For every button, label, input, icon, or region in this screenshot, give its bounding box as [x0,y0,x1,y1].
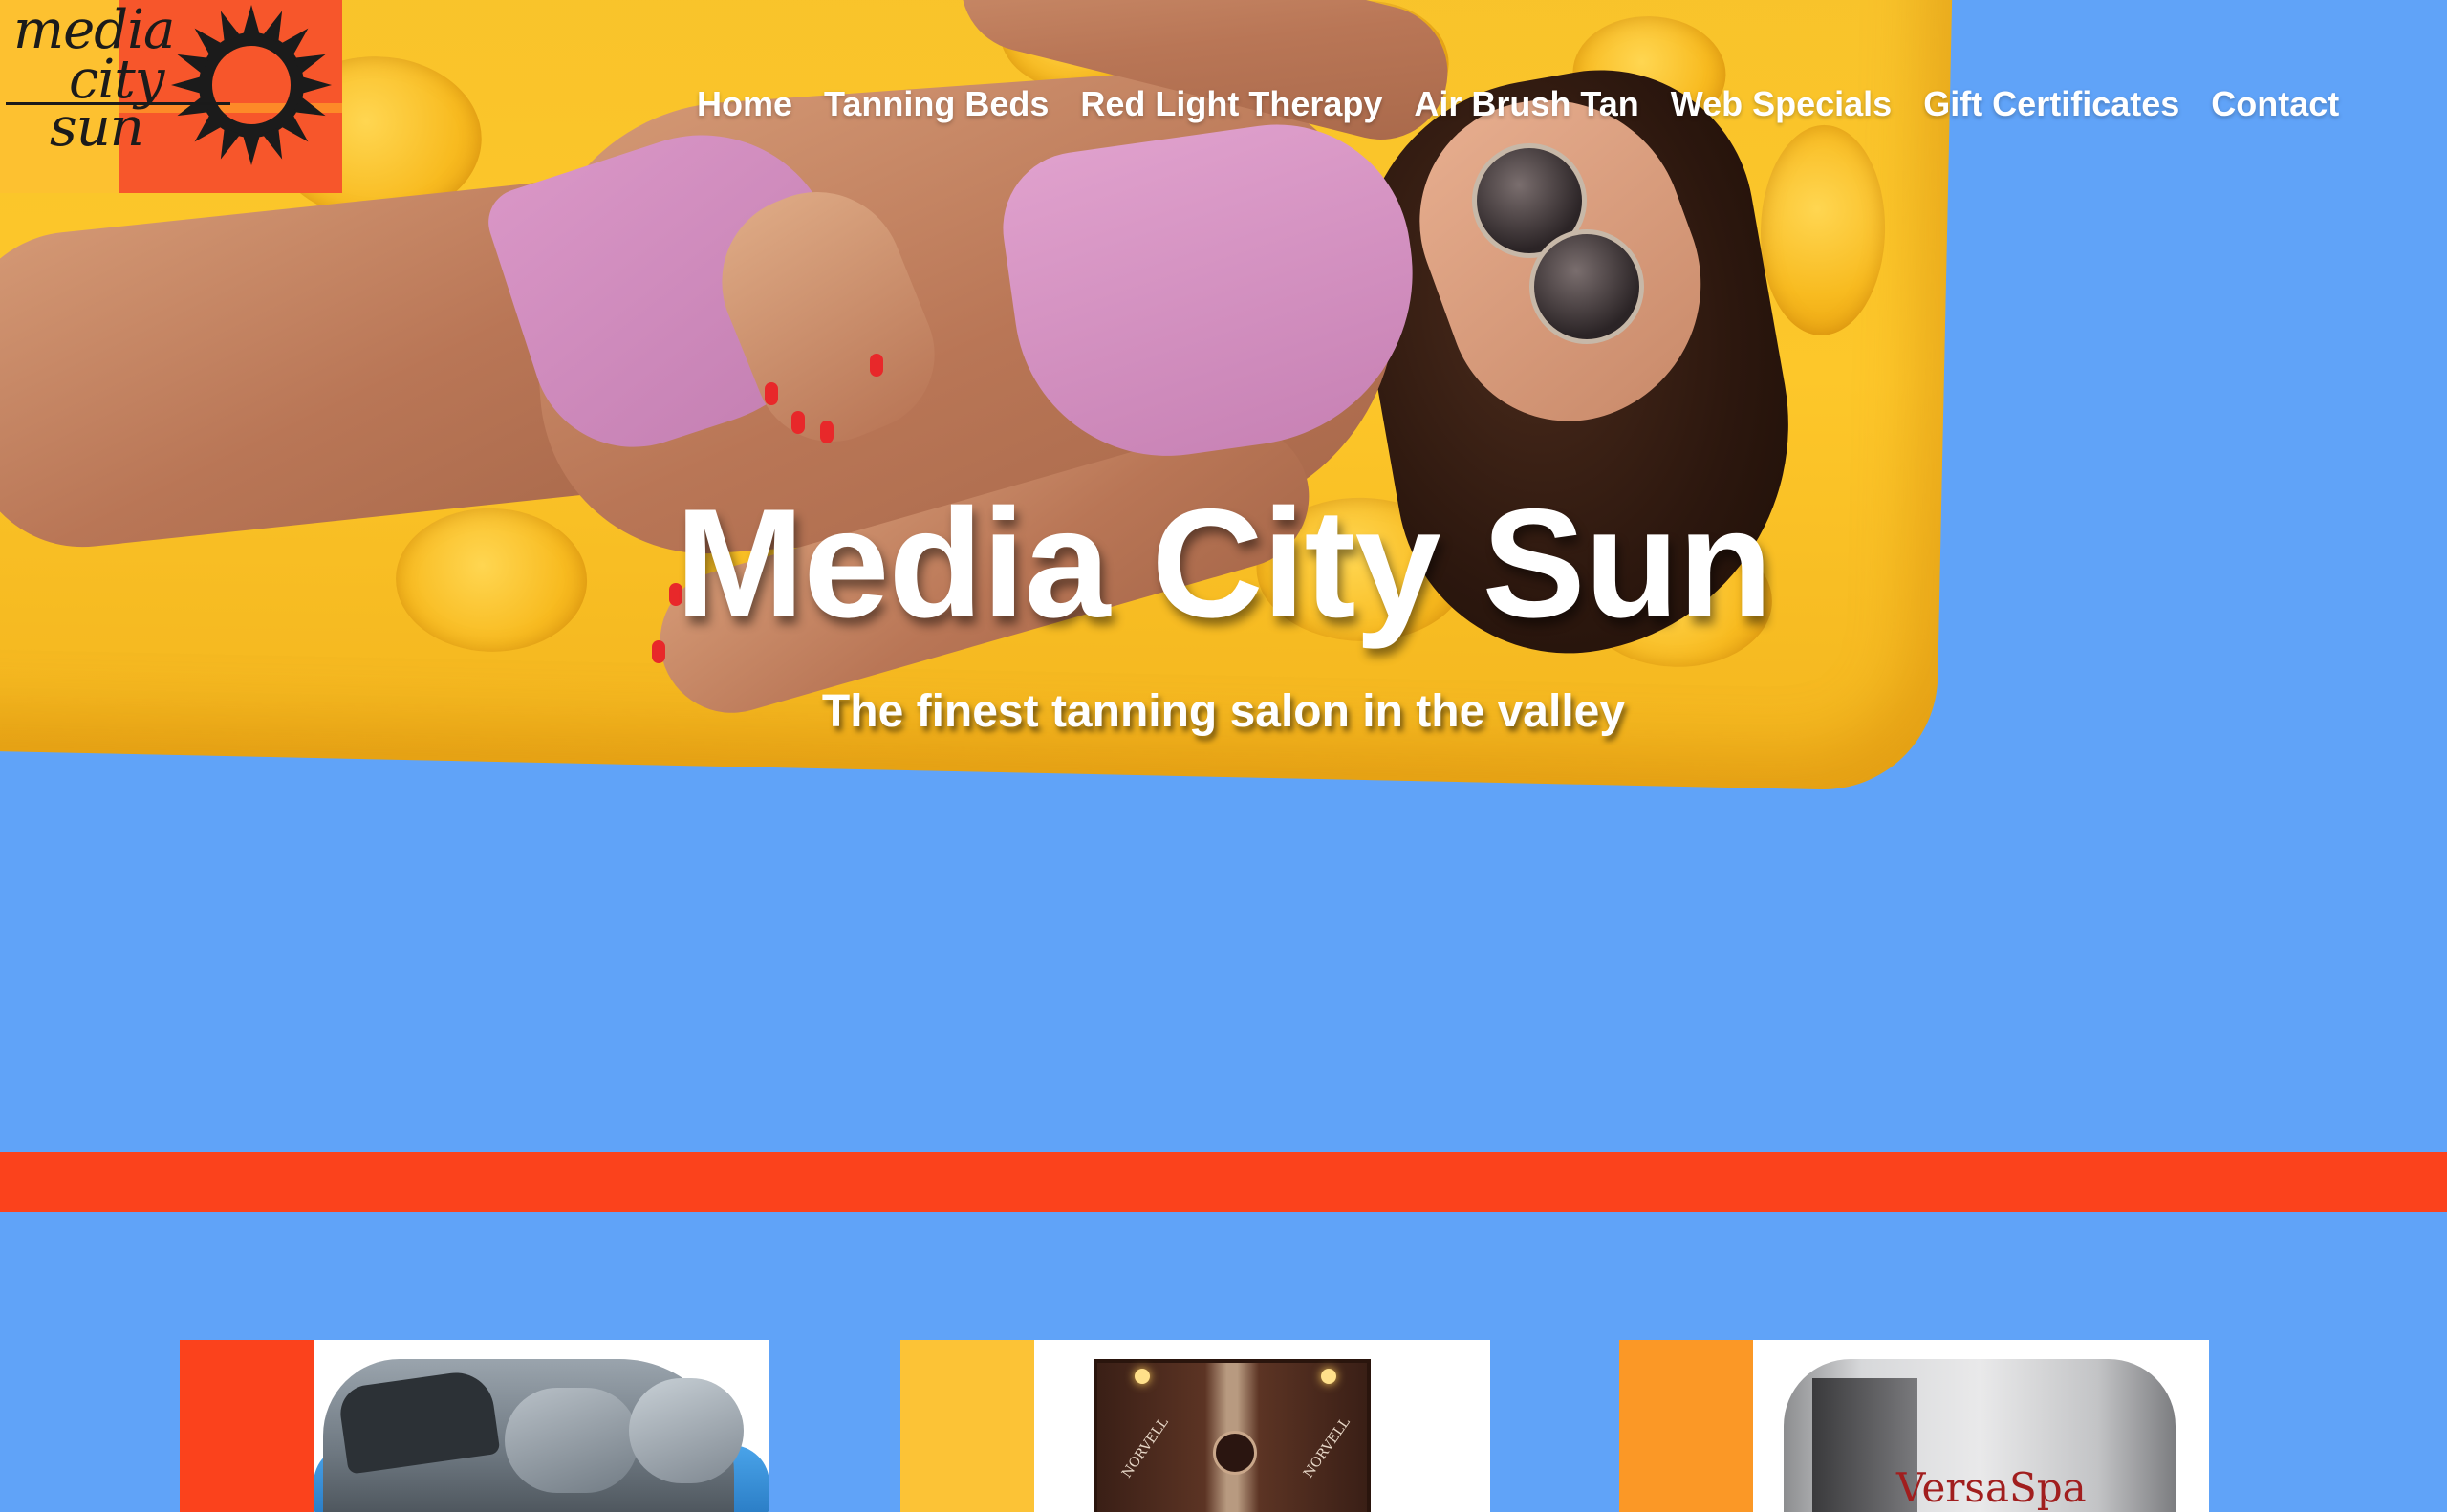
nav-gift-certificates[interactable]: Gift Certificates [1923,84,2179,124]
red-divider-stripe [0,1152,2447,1212]
product-card-spray-booth[interactable]: NORVELL NORVELL [900,1340,1490,1512]
main-nav: Home Tanning Beds Red Light Therapy Air … [697,84,2339,124]
card-accent [180,1340,314,1512]
nav-web-specials[interactable]: Web Specials [1671,84,1892,124]
site-logo[interactable]: media city sun [0,0,342,193]
versaspa-booth-photo: VersaSpa [1753,1340,2209,1512]
card-accent [1619,1340,1753,1512]
product-card-versaspa[interactable]: VersaSpa [1619,1340,2209,1512]
nav-tanning-beds[interactable]: Tanning Beds [824,84,1049,124]
product-card-standup[interactable] [180,1340,769,1512]
card-accent [900,1340,1034,1512]
hero-subtitle: The finest tanning salon in the valley [821,686,1626,737]
nav-air-brush-tan[interactable]: Air Brush Tan [1414,84,1638,124]
standup-tanning-unit-photo [314,1340,769,1512]
nav-home[interactable]: Home [697,84,792,124]
hero-title: Media City Sun [675,477,1772,650]
norvell-spray-booth-photo: NORVELL NORVELL [1034,1340,1490,1512]
logo-text-sun: sun [50,97,144,159]
nav-contact[interactable]: Contact [2211,84,2339,124]
nav-red-light-therapy[interactable]: Red Light Therapy [1080,84,1382,124]
sun-icon [171,5,332,165]
